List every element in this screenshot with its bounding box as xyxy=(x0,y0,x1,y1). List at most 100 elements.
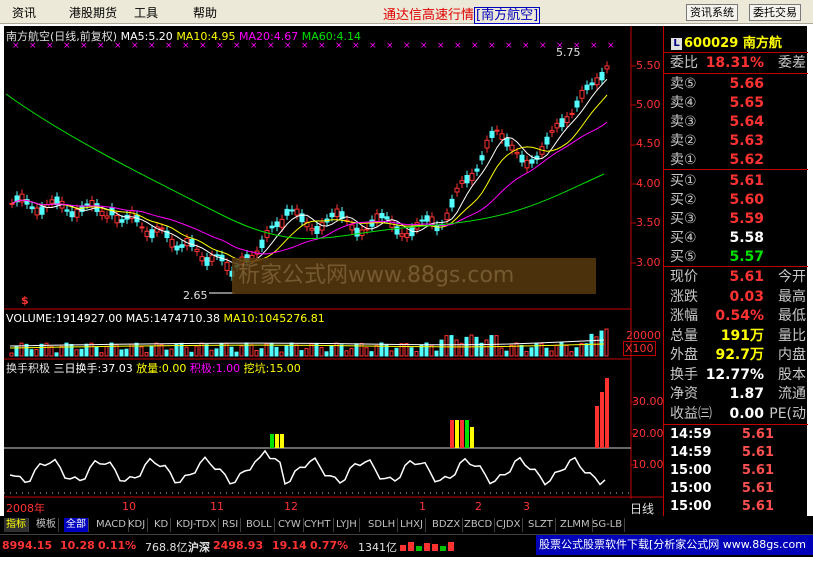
indicator-tab[interactable]: BDZX xyxy=(430,518,464,532)
indicator-tab[interactable]: LYJH xyxy=(334,518,360,532)
indicator-header: 换手积极 三日换手:37.03 放量:0.00 积极:1.00 挖坑:15.00 xyxy=(6,360,301,376)
volume-bar xyxy=(274,346,279,357)
trade-button[interactable]: 委托交易 xyxy=(749,4,801,21)
marquee-ad[interactable]: 股票公式股票软件下载[分析家公式网 www.88gs.com xyxy=(536,535,813,555)
stat-row-label: 净资 xyxy=(670,386,698,402)
stat-row-label2: PE(动 xyxy=(769,405,806,422)
menu-hk-futures[interactable]: 港股期货 xyxy=(69,4,117,21)
volume-value: VOLUME:1914927.00 xyxy=(6,312,123,325)
grid-dot xyxy=(472,492,473,494)
indicator-tab[interactable]: CYHT xyxy=(302,518,334,532)
app-title-text: 通达信高速行情 xyxy=(383,8,475,23)
volume-bar xyxy=(444,335,449,357)
stat-row: 现价 5.61 今开 xyxy=(670,268,806,286)
tick-row: 14:59 5.61 xyxy=(670,426,806,444)
indicator-bar xyxy=(465,420,469,448)
candlestick xyxy=(584,84,590,91)
ma20-line xyxy=(11,121,608,255)
grid-dot xyxy=(514,492,515,494)
candlestick xyxy=(284,208,290,216)
candlestick xyxy=(469,172,475,181)
candlestick xyxy=(424,215,430,222)
menu-info[interactable]: 资讯 xyxy=(12,4,36,21)
menu-help[interactable]: 帮助 xyxy=(193,4,217,21)
volume-bar xyxy=(169,348,174,357)
indicator-tab[interactable]: 指标 xyxy=(4,518,29,532)
candlestick xyxy=(319,222,325,231)
candlestick xyxy=(99,210,105,216)
indicator-tab[interactable]: KDJ-TDX xyxy=(174,518,220,532)
buy-level-row-label: 买② xyxy=(670,192,697,208)
candlestick xyxy=(104,215,110,219)
indicator-fangliang: 放量:0.00 xyxy=(136,362,187,375)
indicator-tab[interactable]: 全部 xyxy=(64,518,89,532)
candlestick xyxy=(459,180,465,184)
candlestick xyxy=(419,219,425,222)
grid-dot xyxy=(268,492,269,494)
grid-dot xyxy=(280,492,281,494)
period-label[interactable]: 日线 xyxy=(630,500,654,517)
volume-bar xyxy=(364,347,369,357)
buy-level-row-label: 买④ xyxy=(670,230,697,246)
grid-dot xyxy=(58,492,59,494)
info-system-button[interactable]: 资讯系统 xyxy=(686,4,738,21)
quote-panel: L 600029 南方航 委比 18.31% 委差 卖⑤ 5.66 卖④ 5.65 卖③ 5… xyxy=(663,26,808,541)
grid-dot xyxy=(226,492,227,494)
grid-dot xyxy=(124,492,125,494)
volume-bar xyxy=(109,342,114,357)
signal-marker: × xyxy=(522,41,530,51)
volume-bar xyxy=(234,351,239,357)
volume-bar xyxy=(49,346,54,357)
indicator-tab[interactable]: CYW xyxy=(276,518,304,532)
stat-row-label: 换手 xyxy=(670,366,698,383)
indicator-tab[interactable]: MACD xyxy=(94,518,129,532)
volume-bar xyxy=(409,347,414,357)
grid-dot xyxy=(628,492,629,494)
ma10-label: MA10:4.95 xyxy=(176,30,236,43)
volume-bar xyxy=(499,347,504,357)
indicator-tab[interactable]: KDJ xyxy=(126,518,149,532)
indicator-tab[interactable]: SDLH xyxy=(366,518,399,532)
grid-dot xyxy=(220,492,221,494)
indicator-tab[interactable]: SLZT xyxy=(526,518,556,532)
indicator-tab[interactable]: SG-LB xyxy=(590,518,626,532)
stock-code-text: 600029 xyxy=(684,36,739,51)
sell-level-row-label: 卖① xyxy=(670,152,697,168)
grid-dot xyxy=(556,492,557,494)
indicator-jiji: 积极:1.00 xyxy=(189,362,241,375)
candlestick xyxy=(159,227,165,230)
indicator-tab[interactable]: ZLMM xyxy=(558,518,593,532)
grid-dot xyxy=(232,492,233,494)
buy-level-row-label: 买③ xyxy=(670,211,697,227)
candlestick xyxy=(279,218,285,228)
indicator-tab[interactable]: KD xyxy=(152,518,172,532)
price-tick: 4.00 xyxy=(636,177,661,190)
candlestick xyxy=(199,256,205,262)
indicator-tab[interactable]: CJDX xyxy=(494,518,524,532)
candlestick xyxy=(34,207,40,216)
volume-unit-badge: X100 xyxy=(623,341,656,356)
indicator-tab[interactable]: RSI xyxy=(220,518,242,532)
volume-bar xyxy=(489,335,494,357)
volume-bar xyxy=(514,342,519,357)
grid-dot xyxy=(130,492,131,494)
candlestick xyxy=(554,122,560,129)
grid-dot xyxy=(154,492,155,494)
indicator-tab[interactable]: BOLL xyxy=(244,518,275,532)
volume-bar xyxy=(359,342,364,357)
grid-dot xyxy=(538,492,539,494)
indicator-tab[interactable]: ZBCD xyxy=(462,518,496,532)
volume-bar xyxy=(284,345,289,357)
volume-bar xyxy=(69,343,74,357)
menu-tools[interactable]: 工具 xyxy=(134,4,158,21)
candlestick xyxy=(519,154,525,163)
indicator-wakeng: 挖坑:15.00 xyxy=(243,362,301,375)
grid-dot xyxy=(16,492,17,494)
grid-dot xyxy=(586,492,587,494)
indicator-name: 换手积极 xyxy=(6,362,50,375)
volume-bar xyxy=(259,348,264,357)
volume-bar xyxy=(134,342,139,357)
indicator-tab[interactable]: LHXJ xyxy=(398,518,426,532)
indicator-tab[interactable]: 模板 xyxy=(34,518,59,532)
sell-level-row-value: 5.63 xyxy=(729,133,764,149)
